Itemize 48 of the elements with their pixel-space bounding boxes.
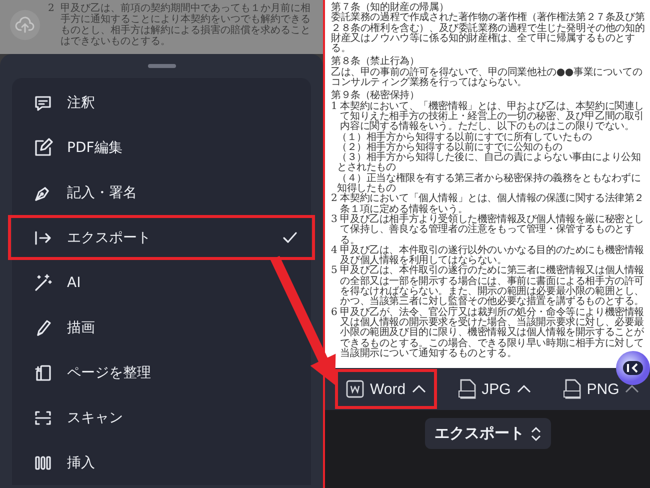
clause-number: 5 bbox=[331, 266, 338, 278]
checkmark-icon bbox=[282, 230, 298, 246]
clause-number: 4 bbox=[331, 246, 338, 258]
menu-item[interactable]: ページを整理 bbox=[8, 350, 315, 395]
clause-number: 2 bbox=[48, 3, 54, 16]
section-heading: 第９条（秘密保持） bbox=[331, 91, 420, 102]
section-heading: 第８条（禁止行為） bbox=[331, 57, 420, 68]
cloud-upload-button[interactable] bbox=[10, 10, 40, 40]
clause-number: 3 bbox=[331, 214, 338, 227]
cloud-upload-icon bbox=[15, 15, 35, 35]
list-item: （１）相手方から知得する以前にすでに所有していたもの bbox=[336, 132, 593, 143]
export-format-button[interactable]: PNG bbox=[552, 369, 650, 409]
menu-item[interactable]: AI bbox=[8, 260, 315, 305]
menu-item[interactable]: エクスポート bbox=[8, 215, 315, 260]
menu-item[interactable]: スキャン bbox=[8, 395, 315, 440]
up-down-chevron-icon bbox=[530, 426, 540, 442]
export-format-button[interactable]: Word bbox=[335, 369, 437, 409]
word-file-icon bbox=[346, 379, 364, 399]
magic-wand-icon bbox=[33, 272, 53, 292]
clause-text: 本契約において、「機密情報」とは、甲および乙は、本契約に関連して知りえた相手方の技術上・経営上の一切の秘密、及び甲乙間の取引内容に関する情報をいう。ただし、以下のものはこの限りでない。 bbox=[340, 102, 645, 132]
menu-item[interactable]: PDF編集 bbox=[8, 125, 315, 170]
menu-item[interactable]: 描画 bbox=[8, 305, 315, 350]
section-heading: 第７条（知的財産の帰属） bbox=[331, 3, 449, 13]
mode-selector[interactable]: エクスポート bbox=[424, 418, 550, 449]
clause-text: 甲及び乙は、前項の契約期間中であっても１か月前に相手方に通知することにより本契約をいつでも解約できるものとし、相手方は解約による損害の賠償を求めることはできないものとする。 bbox=[60, 3, 312, 47]
clause-number: 1 bbox=[331, 102, 338, 114]
edit-icon bbox=[33, 138, 53, 158]
clause-text: 委託業務の過程で作成された著作物の著作権（著作権法第２７条及び第２８条の権利を含む）、及び委託業務の過程で生じた発明その他の知的財産又はノウハウ等に係る知的財産権は、全て甲に帰属するものとする。 bbox=[331, 13, 646, 54]
page-add-icon bbox=[33, 362, 53, 382]
list-item: （２）相手方から知得する以前にすでに公知のもの bbox=[336, 142, 563, 153]
clause-number: 6 bbox=[331, 308, 338, 320]
menu-item[interactable]: 注釈 bbox=[8, 80, 315, 125]
sheet-handle[interactable] bbox=[148, 64, 176, 68]
caret-up-icon bbox=[625, 384, 640, 394]
clause-text: 乙は、甲の事前の許可を得ないで、甲の同業他社の●●事業についてのコンサルティング業務を行ってはならない。 bbox=[331, 68, 644, 88]
export-format-button[interactable]: JPG bbox=[446, 369, 542, 409]
menu-item[interactable]: 記入・署名 bbox=[8, 170, 315, 215]
caret-up-icon bbox=[516, 384, 531, 394]
clause-text: 甲及び乙は、本件取引の遂行のために第三者に機密情報又は個人情報の全部又は一部を開示する場合には、事前に書面による相手方の許可を得なければならない。また、開示の範囲は必要最小限の範囲とし、かつ、当該第三者に対し監督その他必要な措置を講ずるものとする。 bbox=[340, 266, 645, 308]
jpg-file-icon bbox=[458, 379, 476, 399]
clause-text: 甲及び乙は相手方より受領した機密情報及び個人情報を厳に秘密として保持し、善良なる管理者の注意をもって管理・保管するものとする。 bbox=[340, 214, 645, 246]
clause-number: 2 bbox=[331, 194, 338, 206]
png-file-icon bbox=[562, 379, 581, 399]
clause-text: 本契約において「個人情報」とは、個人情報の保護に関する法律第２条１項に定める情報をいう。 bbox=[340, 194, 645, 215]
list-item: （３）相手方から知得した後に、自己の責によらない事由により公知とされたもの bbox=[336, 153, 642, 174]
caret-up-icon bbox=[412, 384, 426, 394]
clause-text: 甲及び乙が、法令、官公庁又は裁判所の処分・命令等により機密情報又は個人情報の開示要求を受けた場合、当該開示要求に対し、必要最小限の範囲及び目的に限り、機密情報又は個人情報を開示することができるものとする。この場合、できる限り早い時期に相手方に対して当該開示について通知するものとする。 bbox=[340, 308, 645, 360]
menu-item[interactable]: 挿入 bbox=[8, 440, 315, 485]
